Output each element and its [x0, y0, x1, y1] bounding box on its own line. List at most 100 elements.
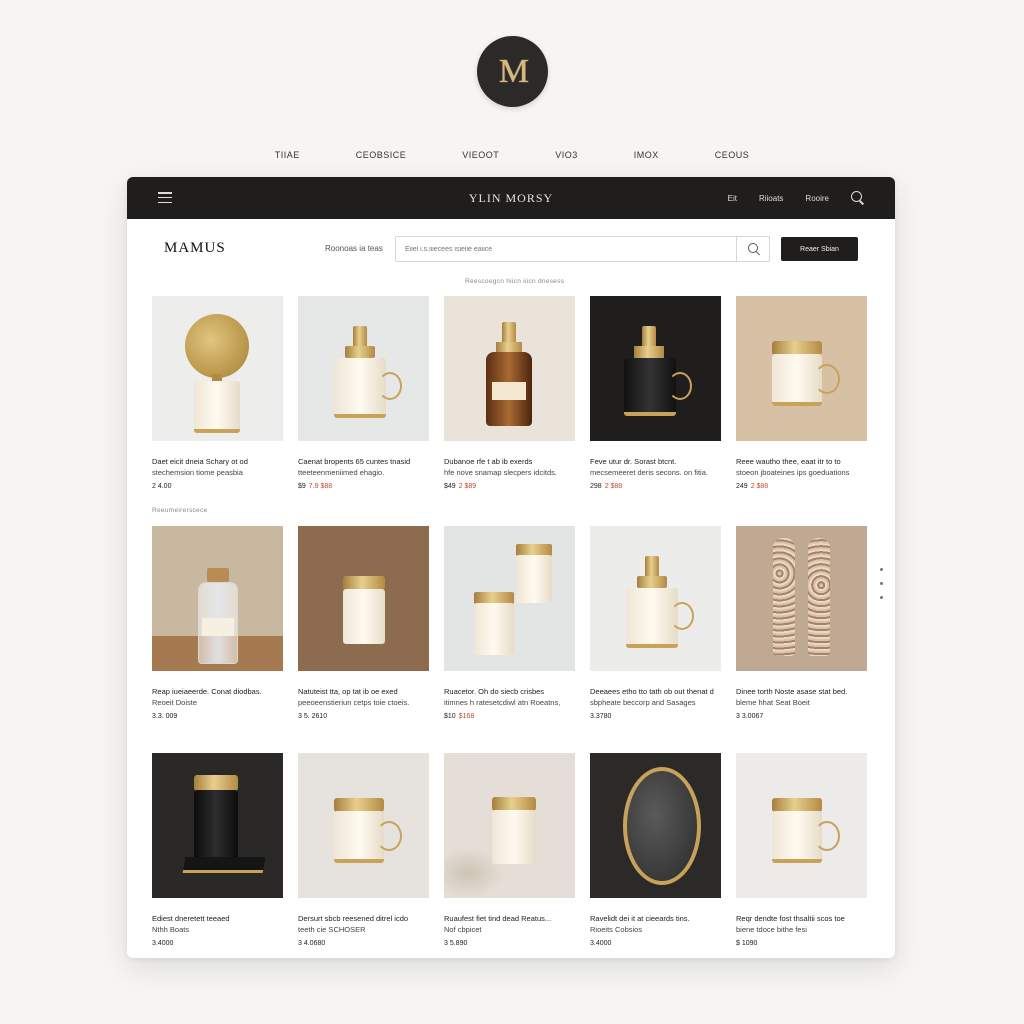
top-nav: TIIAE CEOBSICE VIEOOT VIO3 IMOX CEOUS [0, 150, 1024, 160]
sale-price: 2 $88 [604, 483, 623, 490]
cup-handle-icon [378, 372, 402, 400]
product-description: bleme hhat Seat Boeit [736, 698, 810, 707]
toolbar-link[interactable]: Eit [728, 194, 737, 203]
top-nav-item[interactable]: VIO3 [527, 150, 606, 160]
product-image[interactable] [736, 753, 867, 898]
product-image[interactable] [590, 526, 721, 671]
dispenser-cap-icon [502, 322, 516, 344]
product-card[interactable]: Reqr dendte fost thsaltii scos toe biene … [736, 753, 867, 947]
lid-icon [492, 797, 536, 811]
product-row-3: Ediest dneretett teeaed Nthh Boats 3.4000 D… [152, 753, 868, 947]
search-label: Roonoas ia teas [325, 244, 383, 253]
product-description: hfe nove snamap slecpers idcitds. [444, 468, 557, 477]
store-brand[interactable]: MAMUS [164, 240, 226, 257]
logo-monogram: M [498, 52, 529, 90]
product-card[interactable]: Ruaufest fiet tind dead Reatus... Nof cbp… [444, 753, 575, 947]
top-nav-item[interactable]: IMOX [606, 150, 687, 160]
product-image[interactable] [444, 296, 575, 441]
toolbar-link[interactable]: Riioats [759, 194, 783, 203]
product-name[interactable]: Feve utur dr. Sorast btcnt. [590, 456, 721, 467]
product-card[interactable]: Ruacetor. Oh do siecb crisbes itimnes h r… [444, 526, 575, 720]
brand-logo[interactable]: M [477, 36, 548, 107]
product-price: 3.4000 [152, 940, 283, 947]
product-image[interactable] [298, 296, 429, 441]
product-name[interactable]: Daet eicit dneia Schary ot od [152, 456, 283, 467]
product-row-2: Reap iueiaeerde. Conat diodbas. Reoeit Do… [152, 526, 868, 720]
product-name[interactable]: Dubanoe rfe t ab ib exerds [444, 456, 575, 467]
product-description: teeth cie SCHOSER [298, 925, 366, 934]
product-name[interactable]: Ruacetor. Oh do siecb crisbes [444, 686, 575, 697]
product-card[interactable]: Ediest dneretett teeaed Nthh Boats 3.4000 [152, 753, 283, 947]
product-name[interactable]: Reap iueiaeerde. Conat diodbas. [152, 686, 283, 697]
product-description: Rioeits Cobsios [590, 925, 643, 934]
top-nav-item[interactable]: CEOUS [687, 150, 778, 160]
cup-handle-icon [814, 821, 840, 851]
product-card[interactable]: Dubanoe rfe t ab ib exerds hfe nove snama… [444, 296, 575, 490]
product-image[interactable] [298, 753, 429, 898]
dark-jar-icon [194, 790, 238, 862]
search-button[interactable] [736, 237, 769, 261]
product-card[interactable]: Deeaees etho tto tath ob out thenat d sbp… [590, 526, 721, 720]
price-value: 3 5. 2610 [298, 713, 328, 720]
product-card[interactable]: Daet eicit dneia Schary ot od stechemsion… [152, 296, 283, 490]
price-value: 3.3780 [590, 713, 612, 720]
product-image[interactable] [152, 526, 283, 671]
product-card[interactable]: Caenat bropents 65 cuntes tnasid tteeteen… [298, 296, 429, 490]
product-description: mecsemeeret deris secons. on fitia. [590, 468, 708, 477]
price-value: 249 [736, 483, 748, 490]
product-image[interactable] [152, 296, 283, 441]
cup-handle-icon [668, 372, 692, 400]
product-name[interactable]: Ediest dneretett teeaed [152, 913, 283, 924]
search-icon[interactable] [851, 191, 865, 205]
product-name[interactable]: Ruaufest fiet tind dead Reatus... [444, 913, 575, 924]
product-card[interactable]: Feve utur dr. Sorast btcnt. mecsemeeret d… [590, 296, 721, 490]
product-card[interactable]: Reee wautho thee, eaat itr to to stoeon j… [736, 296, 867, 490]
jar-body-icon [492, 810, 536, 864]
product-description: Nthh Boats [152, 925, 190, 934]
product-description: peeoeenstieriun cetps toie ctoeis. [298, 698, 410, 707]
top-nav-item[interactable]: TIIAE [247, 150, 328, 160]
product-image[interactable] [298, 526, 429, 671]
product-name[interactable]: Caenat bropents 65 cuntes tnasid [298, 456, 429, 467]
product-card[interactable]: Dinee torth Noste asase stat bed. bleme h… [736, 526, 867, 720]
product-price: 3 5.890 [444, 940, 575, 947]
product-image[interactable] [736, 296, 867, 441]
product-card[interactable]: Dersurt sbcb reesened ditrel icdo teeth c… [298, 753, 429, 947]
top-nav-item[interactable]: VIEOOT [434, 150, 527, 160]
lid-icon [772, 798, 822, 812]
product-card[interactable]: Natuteist tta, op tat ib oe exed peeoeens… [298, 526, 429, 720]
top-nav-item[interactable]: CEOBSICE [328, 150, 435, 160]
toolbar-links: Eit Riioats Rooire [728, 177, 865, 219]
product-price: 3 4.0680 [298, 940, 429, 947]
product-image[interactable] [590, 753, 721, 898]
product-name[interactable]: Reee wautho thee, eaat itr to to [736, 456, 867, 467]
cup-handle-icon [376, 821, 402, 851]
product-name[interactable]: Reqr dendte fost thsaltii scos toe [736, 913, 867, 924]
product-description: Nof cbpicet [444, 925, 482, 934]
price-value: 3 5.890 [444, 940, 468, 947]
carousel-dots[interactable] [880, 568, 883, 599]
product-name[interactable]: Deeaees etho tto tath ob out thenat d [590, 686, 721, 697]
product-card[interactable]: Ravelidt dei it at cieeards tins. Rioeits… [590, 753, 721, 947]
product-price: 3.3. 009 [152, 713, 283, 720]
product-image[interactable] [152, 753, 283, 898]
product-description: stoeon jboateines ips goeduations [736, 468, 850, 477]
product-name[interactable]: Dinee torth Noste asase stat bed. [736, 686, 867, 697]
gold-disc-icon [185, 314, 249, 378]
header-cta-button[interactable]: Reaer Sbian [781, 237, 858, 261]
search-input[interactable] [396, 237, 736, 261]
product-price: 298 2 $88 [590, 483, 721, 490]
product-image[interactable] [590, 296, 721, 441]
product-image[interactable] [444, 526, 575, 671]
product-image[interactable] [736, 526, 867, 671]
product-name[interactable]: Natuteist tta, op tat ib oe exed [298, 686, 429, 697]
product-image[interactable] [444, 753, 575, 898]
product-name[interactable]: Dersurt sbcb reesened ditrel icdo [298, 913, 429, 924]
product-price: 3 5. 2610 [298, 713, 429, 720]
product-card[interactable]: Reap iueiaeerde. Conat diodbas. Reoeit Do… [152, 526, 283, 720]
product-description: sbpheate beccorp and Sasages [590, 698, 696, 707]
product-description: biene tdoce bithe fesi [736, 925, 807, 934]
product-description: itimnes h ratesetcdiwl atn Roeatns, [444, 698, 561, 707]
toolbar-link[interactable]: Rooire [805, 194, 829, 203]
product-name[interactable]: Ravelidt dei it at cieeards tins. [590, 913, 721, 924]
